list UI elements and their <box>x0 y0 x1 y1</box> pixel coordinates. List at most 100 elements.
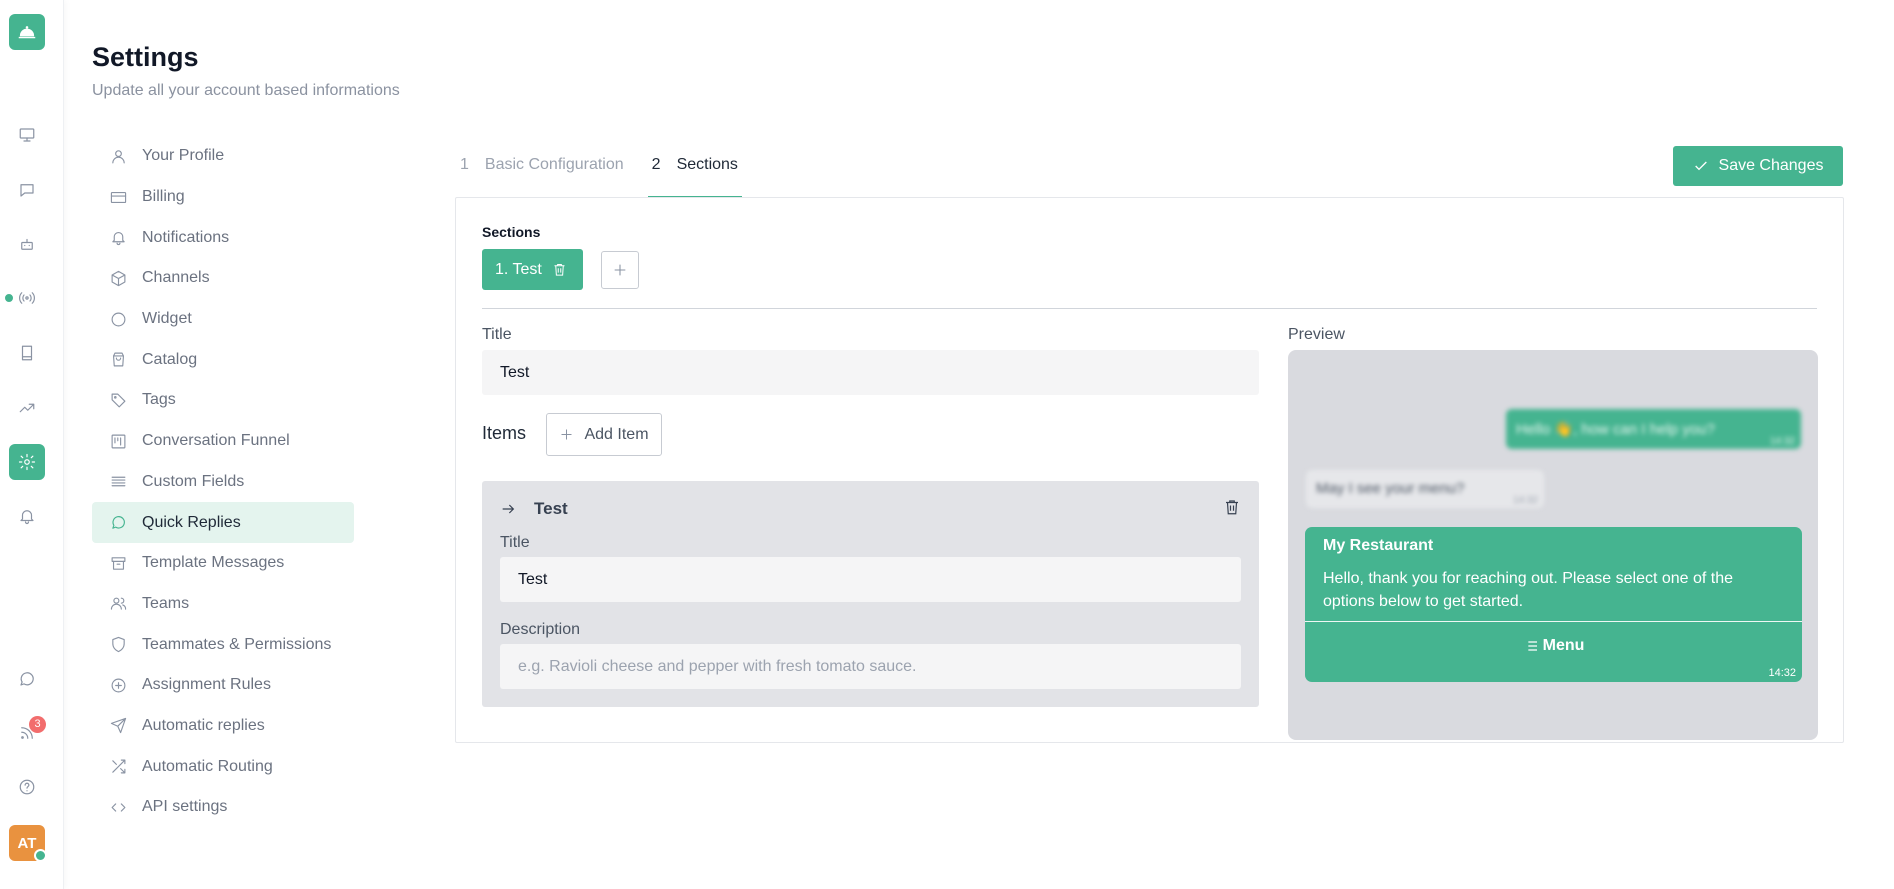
tab-label: Sections <box>676 156 738 173</box>
list-icon <box>111 477 126 487</box>
menu-item-label: Automatic Routing <box>142 757 273 775</box>
bell-icon[interactable] <box>9 498 45 534</box>
menu-item-api-settings[interactable]: API settings <box>92 787 354 828</box>
users-icon <box>110 598 127 611</box>
menu-item-channels[interactable]: Channels <box>92 258 354 299</box>
left-rail: 3 AT <box>0 0 64 889</box>
notification-badge: 3 <box>29 716 46 733</box>
section-title-input[interactable]: Test <box>482 350 1259 395</box>
add-section-button[interactable] <box>601 251 639 289</box>
item-title-input[interactable]: Test <box>500 557 1241 602</box>
tab-number: 1 <box>460 156 469 173</box>
section-chip[interactable]: 1. Test <box>482 249 583 290</box>
menu-item-widget[interactable]: Widget <box>92 299 354 340</box>
menu-item-conversation-funnel[interactable]: Conversation Funnel <box>92 421 354 462</box>
add-item-button[interactable]: Add Item <box>546 413 662 456</box>
gear-icon[interactable] <box>9 444 45 480</box>
check-icon <box>1694 161 1707 171</box>
menu-item-billing[interactable]: Billing <box>92 177 354 218</box>
send-icon <box>110 718 127 734</box>
menu-item-label: Notifications <box>142 228 230 246</box>
whatsapp-icon[interactable] <box>9 661 45 697</box>
trash-icon <box>1226 500 1238 515</box>
list-icon <box>1524 641 1537 651</box>
tab-basic-configuration[interactable]: 1 Basic Configuration <box>456 146 628 198</box>
credit-card-icon <box>110 191 127 203</box>
sections-panel: Sections 1. Test Title Test Items Add It… <box>455 197 1844 743</box>
menu-item-tags[interactable]: Tags <box>92 380 354 421</box>
trending-icon[interactable] <box>9 390 45 426</box>
menu-item-label: Automatic replies <box>142 716 265 734</box>
outgoing-message: Hello 👋, how can I help you? 14:32 <box>1506 409 1801 449</box>
menu-message-title: My Restaurant <box>1323 537 1434 554</box>
bell-service-logo-icon[interactable] <box>9 14 45 50</box>
menu-item-label: Tags <box>142 391 176 409</box>
menu-message-button[interactable]: Menu <box>1305 622 1802 670</box>
incoming-message-text: May I see your menu? <box>1316 480 1465 497</box>
box-icon <box>111 270 126 287</box>
incoming-message: May I see your menu? 14:32 <box>1306 470 1544 508</box>
tab-sections[interactable]: 2 Sections <box>647 146 742 198</box>
menu-item-label: Template Messages <box>142 554 285 572</box>
menu-item-label: Assignment Rules <box>142 676 271 694</box>
save-button-label: Save Changes <box>1718 157 1824 174</box>
menu-item-notifications[interactable]: Notifications <box>92 217 354 258</box>
title-label: Title <box>482 326 512 343</box>
bot-icon[interactable] <box>9 226 45 262</box>
menu-item-automatic-routing[interactable]: Automatic Routing <box>92 746 354 787</box>
shopping-bag-icon <box>112 352 125 367</box>
message-time: 14:32 <box>1768 667 1796 679</box>
menu-item-label: Quick Replies <box>142 513 241 531</box>
menu-item-custom-fields[interactable]: Custom Fields <box>92 462 354 503</box>
book-icon[interactable] <box>9 335 45 371</box>
menu-item-label: Widget <box>142 310 192 328</box>
circle-icon <box>111 312 126 327</box>
delete-item-button[interactable] <box>1223 498 1243 518</box>
save-button[interactable]: Save Changes <box>1673 146 1843 186</box>
plus-circle-icon <box>111 678 126 693</box>
trash-icon[interactable] <box>552 262 567 277</box>
divider <box>482 308 1817 309</box>
shield-icon <box>112 636 125 653</box>
plus-icon <box>561 429 572 440</box>
outgoing-message-text: Hello 👋, how can I help you? <box>1516 421 1715 438</box>
item-title-label: Title <box>500 534 530 551</box>
item-description-input[interactable] <box>500 644 1241 689</box>
menu-item-template-messages[interactable]: Template Messages <box>92 543 354 584</box>
help-icon[interactable] <box>9 769 45 805</box>
step-tabs: 1 Basic Configuration 2 Sections <box>456 146 762 198</box>
plus-icon <box>614 264 626 276</box>
archive-icon <box>111 556 126 570</box>
chat-icon[interactable] <box>9 172 45 208</box>
item-description-label: Description <box>500 621 581 638</box>
item-name: Test <box>534 499 568 518</box>
section-chip-label: 1. Test <box>495 260 542 278</box>
menu-item-quick-replies[interactable]: Quick Replies <box>92 502 354 543</box>
menu-item-teammates-permissions[interactable]: Teammates & Permissions <box>92 624 354 665</box>
menu-item-your-profile[interactable]: Your Profile <box>92 136 354 177</box>
item-card: Test Title Test Description <box>482 481 1259 707</box>
broadcast-icon[interactable] <box>9 280 45 316</box>
menu-item-label: Teams <box>142 594 190 612</box>
tab-number: 2 <box>651 156 661 173</box>
menu-message: My Restaurant Hello, thank you for reach… <box>1305 527 1802 682</box>
menu-item-label: Teammates & Permissions <box>142 635 332 653</box>
monitor-icon[interactable] <box>9 117 45 153</box>
settings-menu: Your Profile Billing Notifications Chann… <box>92 136 354 828</box>
menu-item-label: Catalog <box>142 350 198 368</box>
message-time: 14:32 <box>1769 436 1795 447</box>
menu-item-automatic-replies[interactable]: Automatic replies <box>92 706 354 747</box>
menu-message-body: Hello, thank you for reaching out. Pleas… <box>1323 570 1734 610</box>
shuffle-icon <box>112 759 126 774</box>
menu-item-catalog[interactable]: Catalog <box>92 339 354 380</box>
bell-icon <box>112 232 125 246</box>
item-header[interactable]: Test <box>500 499 568 519</box>
page-subtitle: Update all your account based informatio… <box>92 82 400 99</box>
menu-button-label: Menu <box>1542 637 1585 654</box>
items-label: Items <box>482 423 527 443</box>
user-icon <box>112 150 125 164</box>
menu-item-assignment-rules[interactable]: Assignment Rules <box>92 665 354 706</box>
menu-item-teams[interactable]: Teams <box>92 584 354 625</box>
menu-item-label: Billing <box>142 188 185 206</box>
tab-label: Basic Configuration <box>484 156 624 173</box>
